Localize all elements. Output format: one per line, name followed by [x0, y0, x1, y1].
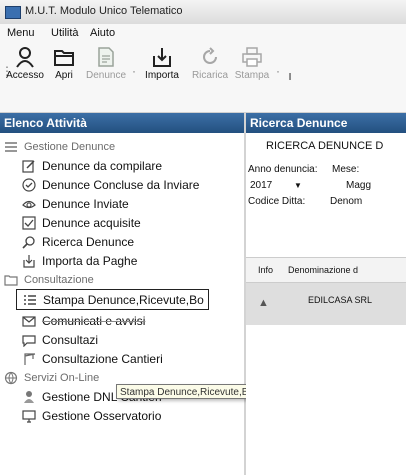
- import-label: Importa: [145, 70, 179, 81]
- app-icon: [5, 6, 21, 19]
- tree-item-comunicati-e-avvisi[interactable]: Comunicati e avvisi: [22, 312, 145, 329]
- tree-group-servizi-online[interactable]: Servizi On-Line: [4, 369, 99, 386]
- tree-group-consultazione[interactable]: Consultazione: [4, 271, 94, 288]
- tree-item-label: Gestione Osservatorio: [42, 408, 162, 423]
- folder-icon: [54, 50, 74, 66]
- mail-icon: [22, 314, 36, 328]
- codice-ditta-label: Codice Ditta:: [248, 196, 306, 207]
- tree-item-label: Denunce da compilare: [42, 158, 163, 173]
- column-header-info[interactable]: Info: [258, 265, 273, 275]
- tree-item-label: Denunce Inviate: [42, 196, 129, 211]
- toolbar-separator: ·: [132, 64, 136, 78]
- edit-icon: [22, 159, 36, 173]
- denunce-label: Denunce: [85, 70, 127, 81]
- tree-item-denunce-concluse[interactable]: Denunce Concluse da Inviare: [22, 176, 199, 193]
- document-icon: [98, 47, 114, 67]
- tree-item-denunce-inviate[interactable]: Denunce Inviate: [22, 195, 129, 212]
- results-grid-header: Info Denominazione d: [246, 257, 406, 283]
- anno-value: 2017: [250, 180, 273, 191]
- column-header-denominazione[interactable]: Denominazione d: [288, 265, 358, 275]
- tree-item-label: Comunicati e avvisi: [42, 313, 146, 328]
- access-button[interactable]: Accesso: [4, 46, 46, 81]
- tree-group-label: Gestione Denunce: [24, 140, 116, 153]
- anno-label: Anno denuncia:: [248, 164, 318, 175]
- activity-list-header: Elenco Attività: [0, 113, 244, 133]
- send-icon: [22, 197, 36, 211]
- refresh-icon: [203, 47, 217, 64]
- menu-menu[interactable]: Menu: [7, 27, 35, 39]
- chevron-down-icon: ▼: [294, 181, 302, 190]
- menu-aiuto[interactable]: Aiuto: [90, 27, 115, 39]
- title-bar: M.U.T. Modulo Unico Telematico: [0, 0, 406, 25]
- print-list-icon: [23, 293, 37, 307]
- tree-group-gestione-denunce[interactable]: Gestione Denunce: [4, 138, 115, 155]
- tooltip: Stampa Denunce,Ricevute,Bollettini: [116, 384, 250, 399]
- monitor-icon: [22, 409, 36, 423]
- tree-group-label: Consultazione: [24, 273, 94, 286]
- folder-icon: [4, 273, 18, 287]
- globe-icon: [4, 371, 18, 385]
- mese-select[interactable]: Magg: [346, 178, 371, 194]
- import-icon: [153, 48, 171, 67]
- search-heading: RICERCA DENUNCE D: [266, 140, 384, 152]
- tree-item-denunce-acquisite[interactable]: Denunce acquisite: [22, 214, 141, 231]
- list-icon: [4, 140, 18, 154]
- message-icon: [22, 333, 36, 347]
- worker-icon: [22, 390, 36, 404]
- reload-label: Ricarica: [191, 70, 229, 81]
- search-panel-header: Ricerca Denunce: [246, 113, 406, 133]
- more-toolbar-button[interactable]: I: [285, 72, 295, 83]
- import-icon: [22, 254, 36, 268]
- tree-item-stampa-denunce[interactable]: Stampa Denunce,Ricevute,Bo: [16, 289, 209, 310]
- access-label: Accesso: [6, 70, 44, 81]
- more-toolbar-label: I: [288, 72, 292, 83]
- window-title: M.U.T. Modulo Unico Telematico: [25, 5, 183, 17]
- toolbar: ⋮ Accesso Apri Denunce · Importa Ricaric…: [0, 42, 406, 113]
- printer-icon: [242, 47, 262, 67]
- tree-item-label: Denunce acquisite: [42, 215, 141, 230]
- checkbox-icon: [22, 215, 36, 230]
- anno-select[interactable]: 2017 ▼: [248, 178, 302, 194]
- print-label: Stampa: [234, 70, 270, 81]
- tree-item-label: Consultazi: [42, 332, 99, 347]
- tree-item-consultazione-cantieri[interactable]: Consultazione Cantieri: [22, 350, 163, 367]
- import-button[interactable]: Importa: [140, 46, 184, 81]
- menu-utilita[interactable]: Utilità: [51, 27, 79, 39]
- tree-item-importa-da-paghe[interactable]: Importa da Paghe: [22, 252, 137, 269]
- search-icon: [22, 235, 36, 249]
- mese-label: Mese:: [332, 164, 360, 175]
- crane-icon: [22, 352, 36, 366]
- activity-tree: Gestione Denunce Denunce da compilare De…: [0, 134, 244, 475]
- tree-item-label: Stampa Denunce,Ricevute,Bo: [43, 292, 204, 307]
- denunce-button[interactable]: Denunce: [84, 46, 128, 81]
- reload-button[interactable]: Ricarica: [188, 46, 232, 81]
- tree-item-label: Ricerca Denunce: [42, 234, 135, 249]
- search-panel: RICERCA DENUNCE D Anno denuncia: Mese: 2…: [246, 134, 406, 475]
- tree-item-denunce-da-compilare[interactable]: Denunce da compilare: [22, 157, 162, 174]
- up-arrow-icon: ▲: [258, 297, 269, 309]
- table-row[interactable]: ▲ EDILCASA SRL: [246, 283, 406, 325]
- denominazione-label: Denom: [330, 196, 363, 207]
- tree-group-label: Servizi On-Line: [24, 371, 100, 384]
- print-button[interactable]: Stampa: [232, 46, 272, 81]
- toolbar-separator: ·: [276, 64, 280, 78]
- tree-item-consultazione[interactable]: Consultazi: [22, 331, 98, 348]
- check-circle-icon: [22, 177, 36, 192]
- tree-item-label: Consultazione Cantieri: [42, 351, 163, 366]
- tree-item-gestione-osservatorio[interactable]: Gestione Osservatorio: [22, 407, 161, 424]
- open-label: Apri: [55, 70, 73, 81]
- open-button[interactable]: Apri: [48, 46, 80, 81]
- tree-item-ricerca-denunce[interactable]: Ricerca Denunce: [22, 233, 134, 250]
- tree-item-label: Denunce Concluse da Inviare: [42, 177, 200, 192]
- tree-item-label: Importa da Paghe: [42, 253, 138, 268]
- user-icon: [16, 47, 34, 68]
- company-name: EDILCASA SRL: [308, 295, 373, 305]
- menu-bar: Menu Utilità Aiuto: [0, 24, 406, 42]
